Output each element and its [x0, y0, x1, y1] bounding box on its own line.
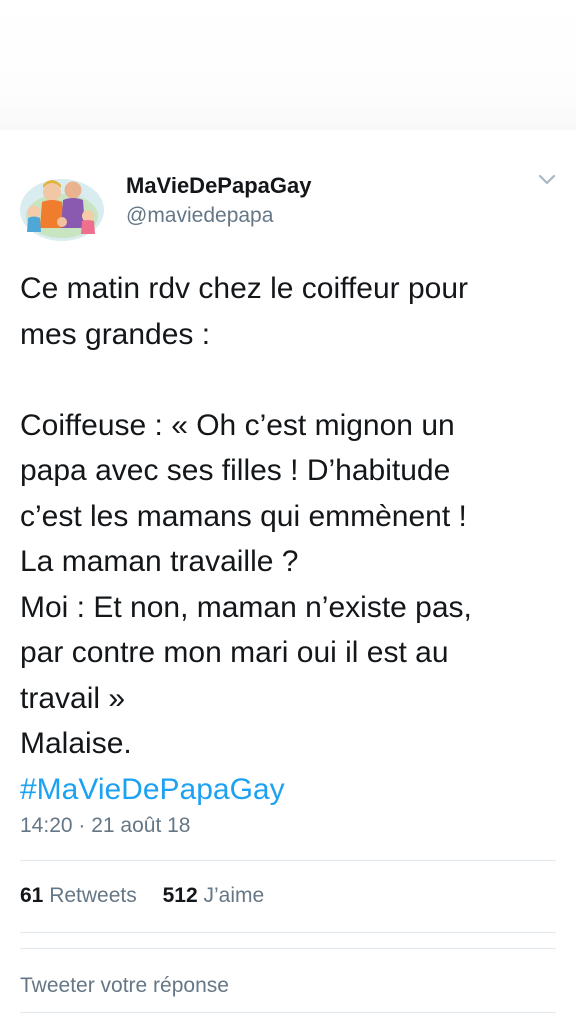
retweets-count: 61 [20, 884, 44, 907]
hashtag-link[interactable]: #MaVieDePapaGay [20, 767, 560, 813]
likes-stat[interactable]: 512 J’aime [163, 884, 265, 907]
user-handle[interactable]: @maviedepapa [126, 202, 311, 230]
tweet-card: MaVieDePapaGay @maviedepapa Ce matin rdv… [0, 132, 576, 1024]
screenshot-page: MaVieDePapaGay @maviedepapa Ce matin rdv… [0, 0, 576, 1024]
retweets-stat[interactable]: 61 Retweets [20, 884, 137, 907]
tweet-line: par contre mon mari oui il est au [20, 636, 449, 669]
tweet-timestamp[interactable]: 14:20 · 21 août 18 [20, 814, 190, 838]
tweet-line: travail » [20, 681, 126, 715]
top-blank-area [0, 0, 576, 130]
likes-count: 512 [162, 884, 198, 907]
tweet-line: papa avec ses filles ! D’habitude [20, 454, 451, 487]
divider [20, 1012, 556, 1013]
tweet-line [20, 357, 560, 403]
tweet-line: La maman travaille ? [20, 545, 299, 578]
divider [20, 932, 556, 933]
tweet-line: Malaise. [20, 727, 132, 760]
likes-label: J’aime [203, 884, 265, 907]
tweet-text: Ce matin rdv chez le coiffeur pour mes g… [20, 266, 560, 812]
chevron-down-icon[interactable] [536, 172, 558, 188]
tweet-line: mes grandes : [20, 317, 211, 351]
tweet-line: Coiffeuse : « Oh c’est mignon un [20, 408, 455, 442]
reply-input[interactable]: Tweeter votre réponse [20, 974, 229, 998]
tweet-line: Ce matin rdv chez le coiffeur pour [20, 272, 468, 305]
divider [20, 860, 556, 861]
tweet-line: c’est les mamans qui emmènent ! [20, 499, 467, 533]
display-name[interactable]: MaVieDePapaGay [126, 172, 311, 200]
tweet-line: Moi : Et non, maman n’existe pas, [20, 590, 472, 624]
divider [20, 948, 556, 949]
avatar[interactable] [18, 172, 106, 242]
retweets-label: Retweets [49, 884, 137, 907]
tweet-header: MaVieDePapaGay @maviedepapa [18, 172, 558, 242]
user-names: MaVieDePapaGay @maviedepapa [126, 172, 311, 230]
engagement-stats: 61 Retweets 512 J’aime [20, 884, 284, 908]
